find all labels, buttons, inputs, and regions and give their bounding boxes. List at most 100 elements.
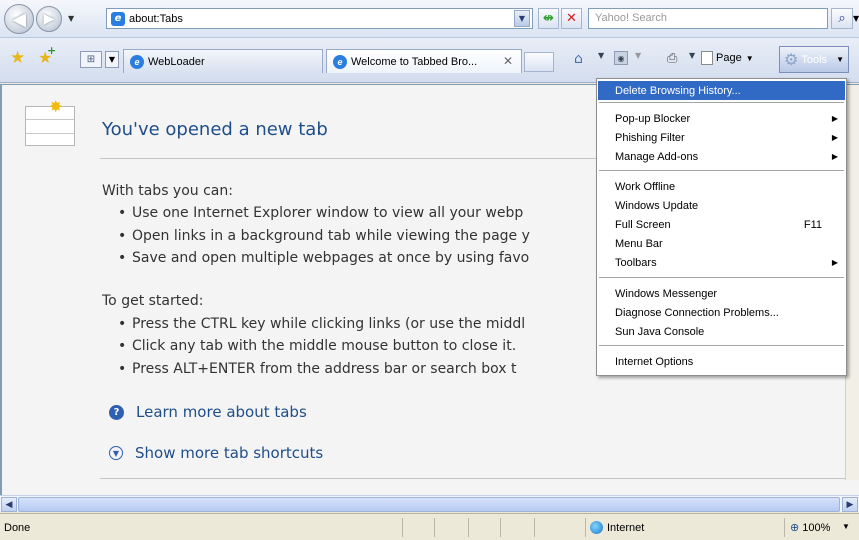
tools-menu-label: Tools xyxy=(801,53,828,66)
print-dropdown[interactable]: ▼ xyxy=(689,51,695,60)
menu-item-sun-java-console[interactable]: Sun Java Console xyxy=(598,322,845,341)
status-separator xyxy=(534,518,535,537)
submenu-arrow-icon: ▶ xyxy=(831,258,838,267)
scroll-left-button[interactable]: ◀ xyxy=(1,497,17,512)
status-bar: Done Internet ⊕ 100% ▼ xyxy=(0,513,859,540)
home-icon: ⌂ xyxy=(574,51,583,67)
tab-welcome[interactable]: e Welcome to Tabbed Bro... ✕ xyxy=(326,49,522,73)
expand-icon: ▼ xyxy=(109,446,123,460)
forward-button[interactable]: ▶ xyxy=(36,6,62,32)
list-item: Click any tab with the middle mouse butt… xyxy=(118,338,516,354)
refresh-icon: ↮ xyxy=(543,11,554,26)
menu-item-internet-options[interactable]: Internet Options xyxy=(598,352,845,371)
forward-icon: ▶ xyxy=(43,11,55,27)
search-options-dropdown[interactable]: ▼ xyxy=(853,14,859,23)
back-button[interactable]: ◀ xyxy=(4,4,34,34)
with-tabs-heading: With tabs you can: xyxy=(102,183,233,199)
zoom-label: 100% xyxy=(802,521,831,534)
tab-toolbar: ★ ★ ⊞ ▼ e WebLoader e Welcome to Tabbed … xyxy=(0,38,859,83)
quick-tabs-button[interactable]: ⊞ xyxy=(80,51,102,68)
address-text[interactable]: about:Tabs xyxy=(129,13,532,25)
learn-more-label: Learn more about tabs xyxy=(136,403,307,421)
submenu-arrow-icon: ▶ xyxy=(831,152,838,161)
address-field[interactable]: e about:Tabs xyxy=(106,8,533,29)
horizontal-scrollbar[interactable]: ◀ ▶ xyxy=(0,495,859,512)
chevron-down-icon: ▼ xyxy=(745,53,754,63)
list-item: Use one Internet Explorer window to view… xyxy=(118,205,523,221)
menu-item-manage-addons[interactable]: Manage Add-ons ▶ xyxy=(598,147,845,166)
status-separator xyxy=(784,518,785,537)
zoom-dropdown[interactable]: ▼ xyxy=(842,522,850,531)
gear-icon: ⚙ xyxy=(784,51,799,69)
menu-item-popup-blocker[interactable]: Pop-up Blocker ▶ xyxy=(598,109,845,128)
status-separator xyxy=(585,518,586,537)
page-menu-button[interactable]: Page ▼ xyxy=(701,51,754,65)
refresh-button[interactable]: ↮ xyxy=(538,8,559,29)
list-item: Press the CTRL key while clicking links … xyxy=(118,316,525,332)
zone-label: Internet xyxy=(607,521,645,534)
menu-item-menu-bar[interactable]: Menu Bar xyxy=(598,234,845,253)
scroll-thumb[interactable] xyxy=(18,497,840,512)
tools-dropdown-menu: Delete Browsing History... Pop-up Blocke… xyxy=(596,78,847,376)
print-icon: ⎙ xyxy=(667,51,678,66)
zoom-icon: ⊕ xyxy=(790,522,800,534)
feeds-dropdown[interactable]: ▼ xyxy=(635,51,641,60)
home-button[interactable]: ⌂ xyxy=(574,51,583,67)
search-button[interactable]: ⌕ xyxy=(831,8,853,29)
list-item: Press ALT+ENTER from the address bar or … xyxy=(118,361,517,377)
feeds-icon: ◉ xyxy=(617,53,625,63)
search-input[interactable]: Yahoo! Search xyxy=(588,8,828,29)
scroll-right-button[interactable]: ▶ xyxy=(842,497,858,512)
page-menu-label: Page xyxy=(716,52,742,64)
menu-separator xyxy=(599,102,844,103)
status-separator xyxy=(402,518,403,537)
feeds-button[interactable]: ◉ xyxy=(614,51,628,65)
recent-pages-dropdown[interactable]: ▼ xyxy=(68,14,74,23)
zoom-level[interactable]: ⊕ 100% xyxy=(790,521,831,535)
menu-item-windows-update[interactable]: Windows Update xyxy=(598,196,845,215)
quick-tabs-icon: ⊞ xyxy=(86,54,96,65)
get-started-heading: To get started: xyxy=(102,293,204,309)
status-separator xyxy=(434,518,435,537)
menu-item-windows-messenger[interactable]: Windows Messenger xyxy=(598,284,845,303)
favorites-star-icon[interactable]: ★ xyxy=(10,48,25,68)
tab-list-dropdown[interactable]: ▼ xyxy=(105,51,119,68)
address-dropdown[interactable]: ▼ xyxy=(514,10,530,27)
tools-menu-button[interactable]: ⚙ Tools ▼ xyxy=(779,46,849,73)
status-separator xyxy=(500,518,501,537)
print-button[interactable]: ⎙ xyxy=(667,51,677,66)
page-title: You've opened a new tab xyxy=(102,119,328,140)
stop-button[interactable]: ✕ xyxy=(561,8,582,29)
home-dropdown[interactable]: ▼ xyxy=(598,51,604,60)
menu-item-diagnose-connection[interactable]: Diagnose Connection Problems... xyxy=(598,303,845,322)
menu-separator xyxy=(599,277,844,278)
ie-page-icon: e xyxy=(130,54,144,69)
menu-item-toolbars[interactable]: Toolbars ▶ xyxy=(598,253,845,272)
list-item: Open links in a background tab while vie… xyxy=(118,228,530,244)
globe-icon xyxy=(590,521,603,534)
list-item: Save and open multiple webpages at once … xyxy=(118,250,529,266)
add-favorite-icon[interactable]: ★ xyxy=(38,44,57,67)
close-tab-icon[interactable]: ✕ xyxy=(503,54,513,68)
show-shortcuts-link[interactable]: ▼ Show more tab shortcuts xyxy=(109,444,323,462)
new-tab-star-icon: ✸ xyxy=(49,97,63,116)
learn-more-link[interactable]: ? Learn more about tabs xyxy=(109,403,307,421)
submenu-arrow-icon: ▶ xyxy=(831,133,838,142)
search-icon: ⌕ xyxy=(838,11,846,26)
vertical-scrollbar[interactable] xyxy=(845,85,859,480)
menu-item-work-offline[interactable]: Work Offline xyxy=(598,177,845,196)
menu-item-phishing-filter[interactable]: Phishing Filter ▶ xyxy=(598,128,845,147)
ie-page-icon: e xyxy=(333,54,347,69)
menu-separator xyxy=(599,170,844,171)
menu-accelerator: F11 xyxy=(803,218,822,231)
menu-item-delete-browsing-history[interactable]: Delete Browsing History... xyxy=(598,81,845,100)
show-shortcuts-label: Show more tab shortcuts xyxy=(135,444,324,462)
tab-label: Welcome to Tabbed Bro... xyxy=(351,55,478,68)
tab-webloader[interactable]: e WebLoader xyxy=(123,49,323,73)
address-toolbar: ◀ ▶ ▼ e about:Tabs ▼ ↮ ✕ Yahoo! Search ⌕… xyxy=(0,0,859,38)
menu-item-full-screen[interactable]: Full Screen F11 xyxy=(598,215,845,234)
page-icon xyxy=(701,51,713,65)
new-tab-button[interactable] xyxy=(524,52,554,72)
submenu-arrow-icon: ▶ xyxy=(831,114,838,123)
security-zone[interactable]: Internet xyxy=(590,521,644,534)
